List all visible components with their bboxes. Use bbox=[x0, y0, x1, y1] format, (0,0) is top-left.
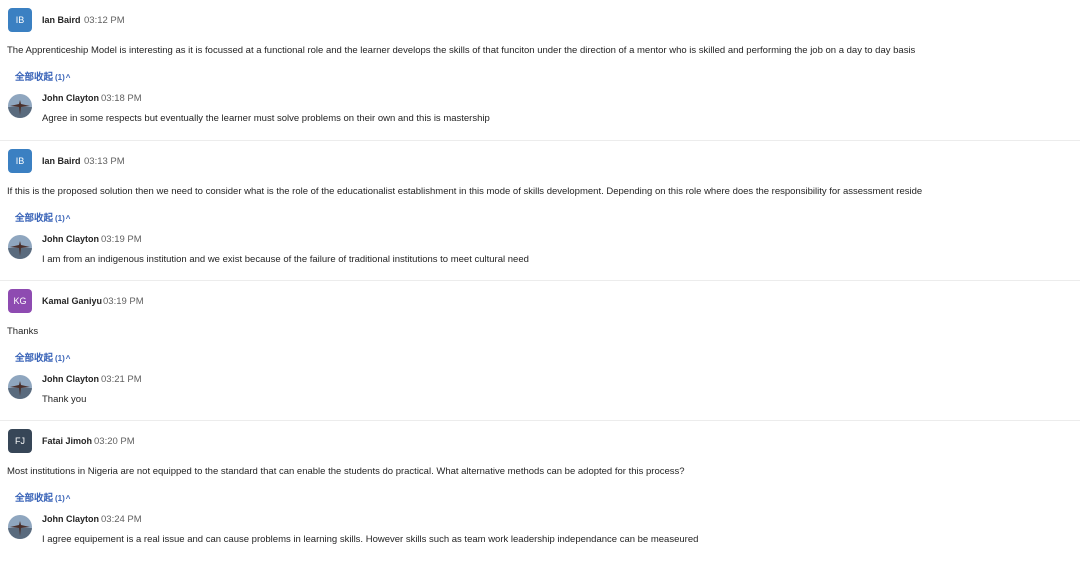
reply-time: 03:19 PM bbox=[101, 234, 142, 245]
reply-avatar[interactable] bbox=[8, 94, 32, 118]
message-thread: KG Kamal Ganiyu 03:19 PM Thanks 全部收起 (1)^… bbox=[0, 280, 1080, 421]
profile-photo-icon bbox=[8, 515, 32, 539]
message-thread: IB Ian Baird 03:12 PM The Apprenticeship… bbox=[0, 0, 1080, 140]
reply-text: I am from an indigenous institution and … bbox=[42, 254, 529, 265]
reply-count: (1) bbox=[55, 73, 65, 82]
author-name[interactable]: Ian Baird bbox=[42, 15, 81, 25]
collapse-label: 全部收起 bbox=[15, 353, 54, 364]
message-text: Most institutions in Nigeria are not equ… bbox=[7, 466, 685, 477]
reply-author-name[interactable]: John Clayton bbox=[42, 374, 99, 384]
reply-text: I agree equipement is a real issue and c… bbox=[42, 534, 699, 545]
author-name[interactable]: Kamal Ganiyu bbox=[42, 296, 102, 306]
message-time: 03:13 PM bbox=[84, 156, 125, 167]
chevron-up-icon: ^ bbox=[65, 73, 71, 82]
reply-text: Thank you bbox=[42, 394, 87, 405]
author-name[interactable]: Ian Baird bbox=[42, 156, 81, 166]
message-text: The Apprenticeship Model is interesting … bbox=[7, 45, 916, 56]
profile-photo-icon bbox=[8, 94, 32, 118]
chevron-up-icon: ^ bbox=[65, 494, 71, 503]
collapse-replies-button[interactable]: 全部收起 (1)^ bbox=[15, 69, 70, 83]
reply-text: Agree in some respects but eventually th… bbox=[42, 113, 490, 124]
reply-author-name[interactable]: John Clayton bbox=[42, 514, 99, 524]
author-avatar[interactable]: FJ bbox=[8, 429, 32, 453]
reply-time: 03:24 PM bbox=[101, 514, 142, 525]
message-time: 03:12 PM bbox=[84, 15, 125, 26]
reply-avatar[interactable] bbox=[8, 515, 32, 539]
reply-author-name[interactable]: John Clayton bbox=[42, 93, 99, 103]
collapse-label: 全部收起 bbox=[15, 213, 54, 224]
reply-author-name[interactable]: John Clayton bbox=[42, 234, 99, 244]
collapse-label: 全部收起 bbox=[15, 493, 54, 504]
message-thread: FJ Fatai Jimoh 03:20 PM Most institution… bbox=[0, 420, 1080, 561]
author-avatar[interactable]: IB bbox=[8, 8, 32, 32]
message-thread: IB Ian Baird 03:13 PM If this is the pro… bbox=[0, 140, 1080, 281]
author-avatar[interactable]: KG bbox=[8, 289, 32, 313]
chevron-up-icon: ^ bbox=[65, 214, 71, 223]
profile-photo-icon bbox=[8, 235, 32, 259]
reply-time: 03:18 PM bbox=[101, 93, 142, 104]
reply-avatar[interactable] bbox=[8, 235, 32, 259]
message-text: Thanks bbox=[7, 326, 39, 337]
message-time: 03:19 PM bbox=[103, 296, 144, 307]
collapse-replies-button[interactable]: 全部收起 (1)^ bbox=[15, 350, 70, 364]
collapse-label: 全部收起 bbox=[15, 72, 54, 83]
reply-avatar[interactable] bbox=[8, 375, 32, 399]
author-avatar[interactable]: IB bbox=[8, 149, 32, 173]
collapse-replies-button[interactable]: 全部收起 (1)^ bbox=[15, 490, 70, 504]
profile-photo-icon bbox=[8, 375, 32, 399]
collapse-replies-button[interactable]: 全部收起 (1)^ bbox=[15, 210, 70, 224]
chevron-up-icon: ^ bbox=[65, 354, 71, 363]
reply-count: (1) bbox=[55, 354, 65, 363]
message-text: If this is the proposed solution then we… bbox=[7, 186, 923, 197]
reply-time: 03:21 PM bbox=[101, 374, 142, 385]
reply-count: (1) bbox=[55, 494, 65, 503]
message-time: 03:20 PM bbox=[94, 436, 135, 447]
author-name[interactable]: Fatai Jimoh bbox=[42, 436, 92, 446]
reply-count: (1) bbox=[55, 214, 65, 223]
